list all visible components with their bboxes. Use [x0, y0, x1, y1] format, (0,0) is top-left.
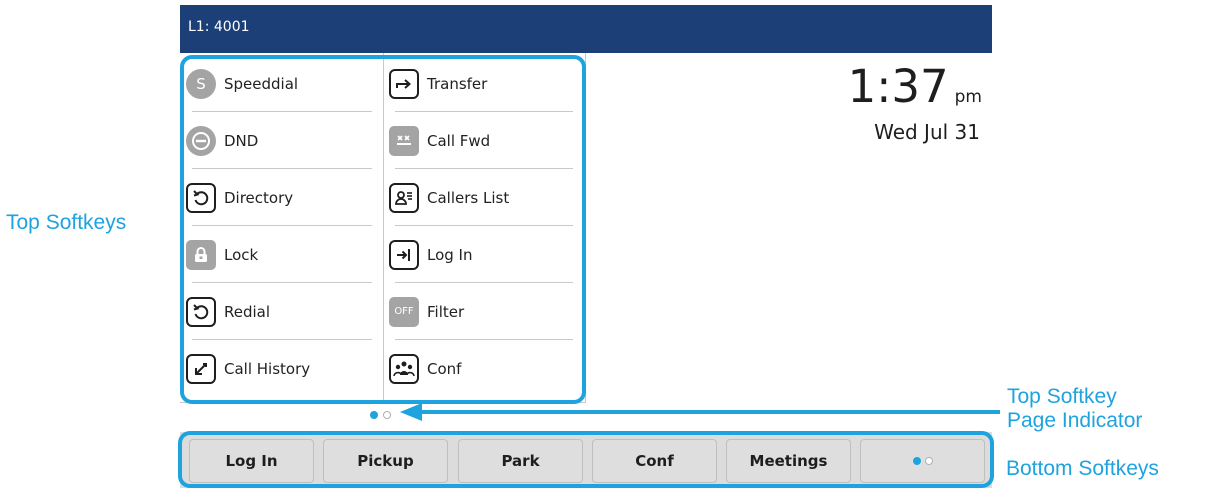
- page-dot-active: [370, 411, 378, 419]
- clock-ampm: pm: [954, 87, 982, 107]
- line-label: L1: 4001: [188, 19, 250, 35]
- page-indicator-arrow: [400, 403, 1000, 421]
- top-softkey-page-indicator[interactable]: [370, 411, 391, 419]
- clock-time: 1:37: [847, 60, 949, 113]
- top-softkeys-callout: [180, 55, 586, 404]
- clock-date: Wed Jul 31: [874, 120, 980, 144]
- page-dot-inactive: [383, 411, 391, 419]
- top-softkeys-annotation: Top Softkeys: [6, 211, 127, 234]
- bottom-softkeys-callout: [178, 431, 994, 488]
- page-indicator-annotation-line1: Top Softkey: [1007, 385, 1117, 408]
- bottom-softkeys-annotation: Bottom Softkeys: [1006, 457, 1159, 480]
- page-indicator-annotation-line2: Page Indicator: [1007, 409, 1143, 432]
- line-status-bar: L1: 4001: [180, 5, 992, 53]
- clock: 1:37 pm: [848, 64, 982, 120]
